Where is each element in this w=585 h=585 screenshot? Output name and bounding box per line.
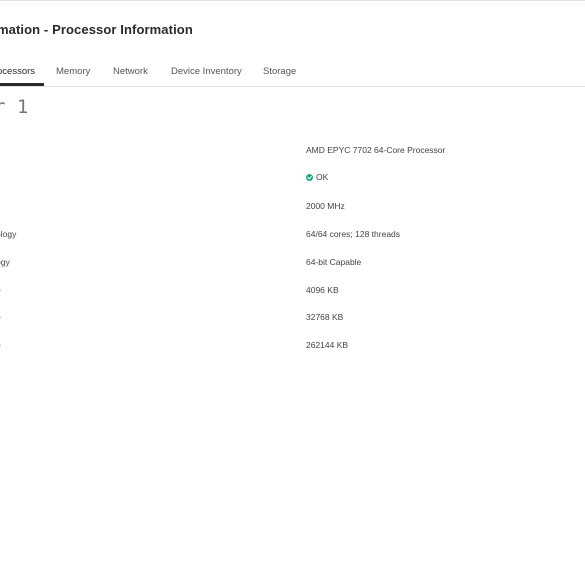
detail-status: OK [306, 172, 328, 182]
detail-value-l1-cache: 4096 KB [306, 285, 339, 295]
detail-value-memory-technology: 64-bit Capable [306, 257, 362, 267]
tab-processors[interactable]: ocessors [0, 66, 35, 77]
tab-memory[interactable]: Memory [56, 66, 90, 77]
detail-value-l2-cache: 32768 KB [306, 312, 344, 322]
detail-value-speed: 2000 MHz [306, 201, 345, 211]
detail-label-l3-cache: e [0, 340, 1, 350]
check-circle-icon [306, 174, 313, 181]
page-title: mation - Processor Information [0, 22, 193, 37]
detail-label-l2-cache: e [0, 312, 1, 322]
processor-heading: r 1 [0, 96, 29, 118]
active-tab-indicator [0, 83, 44, 86]
detail-value-status: OK [316, 172, 329, 182]
detail-label-execution-technology: ology [0, 229, 17, 239]
tab-bar: ocessors Memory Network Device Inventory… [0, 60, 585, 87]
tab-network[interactable]: Network [113, 66, 148, 77]
top-divider [0, 0, 585, 1]
detail-value-model: AMD EPYC 7702 64-Core Processor [306, 145, 446, 155]
processor-information-page: mation - Processor Information ocessors … [0, 0, 585, 585]
detail-value-execution-technology: 64/64 cores; 128 threads [306, 229, 401, 239]
tab-storage[interactable]: Storage [263, 66, 296, 77]
tab-device-inventory[interactable]: Device Inventory [171, 66, 242, 77]
detail-label-l1-cache: e [0, 285, 1, 295]
detail-label-memory-technology: ogy [0, 257, 10, 267]
detail-value-l3-cache: 262144 KB [306, 340, 349, 350]
